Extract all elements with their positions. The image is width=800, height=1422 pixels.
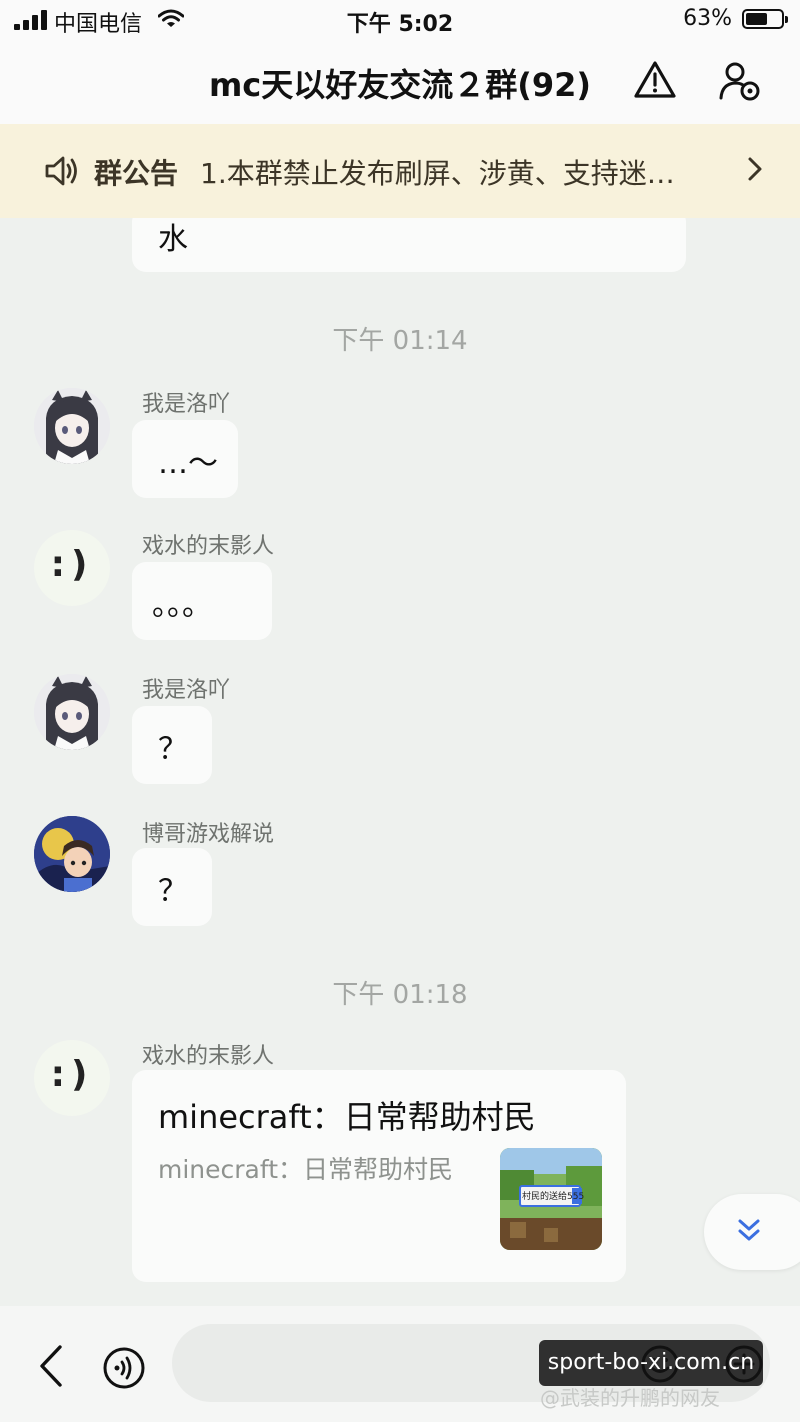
smiley-face: :) [50, 544, 94, 585]
battery-percent: 63% [683, 6, 732, 31]
anime-girl-avatar-icon [34, 388, 110, 464]
smiley-face: :) [50, 1054, 94, 1095]
anime-girl-avatar-icon [34, 674, 110, 750]
message-text: 水 [158, 222, 188, 257]
scroll-to-bottom-button[interactable] [704, 1194, 800, 1270]
cartoon-avatar-icon [34, 816, 110, 892]
site-watermark: sport-bo-xi.com.cn [539, 1340, 763, 1386]
back-arrow-icon[interactable] [36, 1344, 66, 1388]
message-bubble[interactable]: 。。。 [132, 562, 272, 640]
announcement-text: 1.本群禁止发布刷屏、涉黄、支持迷… [200, 157, 675, 190]
message-text: 。。。 [152, 588, 212, 623]
shared-link-card[interactable]: minecraft：日常帮助村民 minecraft：日常帮助村民 村民的送给5… [132, 1070, 626, 1282]
message-bubble[interactable]: ？ [132, 706, 212, 784]
sender-name[interactable]: 我是洛吖 [142, 386, 230, 418]
warning-triangle-icon[interactable] [633, 60, 677, 100]
message-text: ？ [158, 874, 188, 909]
double-chevron-down-icon [738, 1219, 760, 1241]
status-bar: 中国电信 下午 5:02 63% [0, 0, 800, 40]
card-title: minecraft：日常帮助村民 [158, 1098, 536, 1136]
card-thumbnail: 村民的送给555 [500, 1148, 602, 1250]
message-bubble[interactable]: 水 [132, 218, 686, 272]
message-text: …～ [158, 446, 218, 481]
card-subtitle: minecraft：日常帮助村民 [158, 1155, 454, 1184]
battery-icon [742, 9, 788, 29]
avatar[interactable]: :) [34, 1040, 110, 1116]
avatar[interactable] [34, 674, 110, 750]
chevron-right-icon [748, 157, 762, 181]
message-text: ？ [158, 732, 188, 767]
group-settings-icon[interactable] [718, 60, 762, 102]
chat-header: mc天以好友交流２群(92) [0, 40, 800, 124]
credit-watermark: @武装的升鹏的网友 [540, 1386, 720, 1410]
avatar[interactable] [34, 388, 110, 464]
message-list[interactable]: 水 下午 01:14 我是洛吖 …～ :) 戏水的末影人 。。。 我是洛吖 ？ … [0, 218, 800, 1306]
avatar[interactable] [34, 816, 110, 892]
voice-input-icon[interactable] [102, 1346, 146, 1390]
announcement-label: 群公告 [94, 157, 179, 190]
sender-name[interactable]: 博哥游戏解说 [142, 816, 274, 848]
message-bubble[interactable]: ？ [132, 848, 212, 926]
status-time: 下午 5:02 [346, 12, 454, 37]
sender-name[interactable]: 戏水的末影人 [142, 528, 274, 560]
group-title: mc天以好友交流２群(92) [208, 66, 592, 104]
sender-name[interactable]: 我是洛吖 [142, 672, 230, 704]
timestamp-divider: 下午 01:14 [332, 326, 468, 356]
thumbnail-caption: 村民的送给555 [522, 1192, 585, 1202]
group-announcement[interactable]: 群公告 1.本群禁止发布刷屏、涉黄、支持迷… [0, 124, 800, 218]
sender-name[interactable]: 戏水的末影人 [142, 1038, 274, 1070]
speaker-icon [45, 156, 77, 186]
message-bubble[interactable]: …～ [132, 420, 238, 498]
timestamp-divider: 下午 01:18 [332, 980, 468, 1010]
avatar[interactable]: :) [34, 530, 110, 606]
